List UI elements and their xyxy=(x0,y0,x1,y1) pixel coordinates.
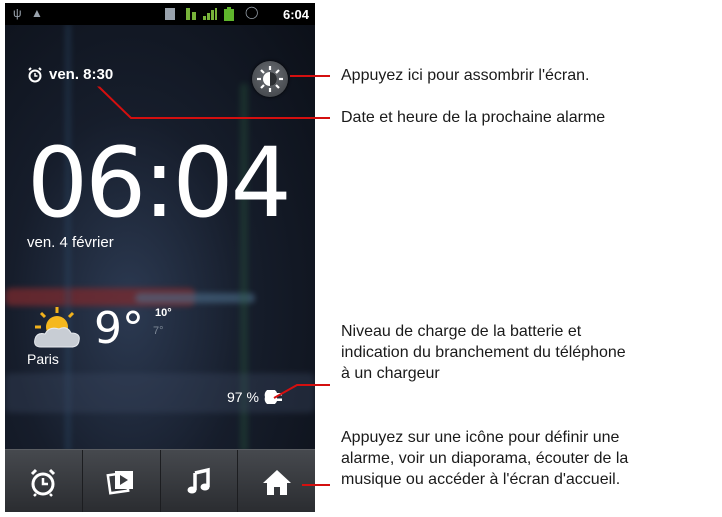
annotation-dock-line: Appuyez sur une icône pour définir une xyxy=(341,429,620,446)
annotation-dim: Appuyez ici pour assombrir l'écran. xyxy=(341,67,590,84)
annotation-battery: Niveau de charge de la batterie et indic… xyxy=(341,321,626,384)
annotation-dock-line: musique ou accéder à l'écran d'accueil. xyxy=(341,471,621,488)
annotation-dock: Appuyez sur une icône pour définir une a… xyxy=(341,427,628,490)
annotation-battery-line: à un chargeur xyxy=(341,365,440,382)
annotation-battery-line: indication du branchement du téléphone xyxy=(341,344,626,361)
annotation-dock-line: alarme, voir un diaporama, écouter de la xyxy=(341,450,629,467)
annotation-alarm: Date et heure de la prochaine alarme xyxy=(341,109,606,126)
annotation-battery-line: Niveau de charge de la batterie et xyxy=(341,323,582,340)
